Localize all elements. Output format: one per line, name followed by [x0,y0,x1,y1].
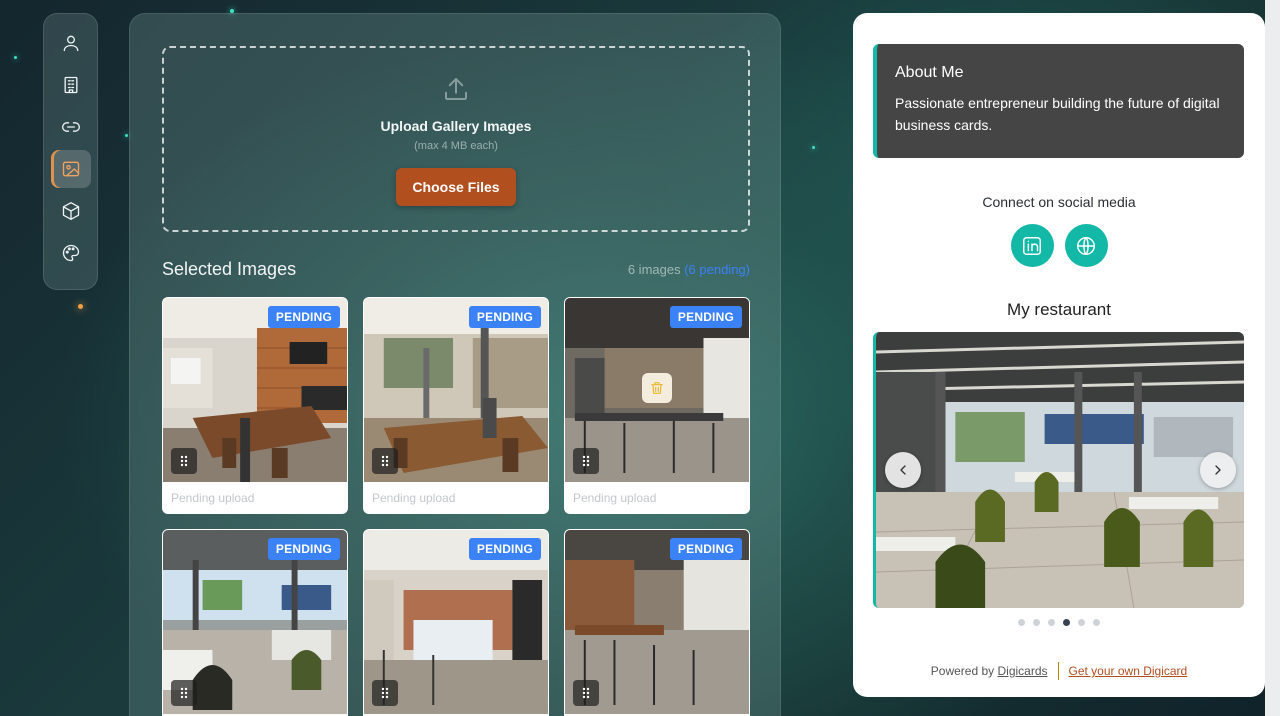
carousel-dot[interactable] [1048,619,1055,626]
sparkle [14,56,17,59]
sparkle [125,134,128,137]
card-preview-panel: About Me Passionate entrepreneur buildin… [853,13,1265,697]
choose-files-button[interactable]: Choose Files [396,168,516,206]
image-status-caption: Pending upload [573,491,657,505]
drag-handle-icon[interactable] [372,448,398,474]
sidebar-item-links[interactable] [51,108,91,146]
linkedin-button[interactable] [1010,224,1054,267]
carousel-prev-button[interactable] [885,452,921,488]
globe-icon [1077,236,1095,255]
gallery-editor-panel: Upload Gallery Images (max 4 MB each) Ch… [129,13,781,716]
image-status-caption: Pending upload [372,491,456,505]
pending-badge: PENDING [468,306,541,328]
sidebar-item-gallery[interactable] [50,150,91,188]
carousel-dot[interactable] [1063,619,1070,626]
drag-handle-icon[interactable] [573,448,599,474]
pending-badge: PENDING [468,538,541,560]
sidebar-item-products[interactable] [51,192,91,230]
selected-images-title: Selected Images [162,259,297,279]
drag-handle-icon[interactable] [573,680,599,706]
sidebar-item-theme[interactable] [51,234,91,272]
sidebar [43,13,98,290]
powered-by-label: Powered by [930,664,995,678]
pending-badge: PENDING [669,538,742,560]
image-card[interactable]: PENDING Pending upload [363,297,549,514]
pending-badge: PENDING [267,538,340,560]
about-me-section: About Me Passionate entrepreneur buildin… [873,44,1244,158]
footer-divider [1057,662,1059,680]
link-icon [61,122,80,132]
linkedin-icon [1023,236,1041,255]
image-icon [62,161,79,177]
upload-title: Upload Gallery Images [380,118,532,134]
chevron-left-icon [900,465,906,475]
drag-handle-icon[interactable] [171,448,197,474]
gallery-carousel [873,332,1244,608]
digicards-link[interactable]: Digicards [997,664,1047,678]
sparkle [78,304,83,309]
image-card[interactable]: PENDING [363,529,549,716]
gallery-title: My restaurant [1007,300,1111,319]
user-icon [63,35,78,52]
carousel-dot[interactable] [1033,619,1040,626]
box-icon [62,202,79,220]
connect-social-label: Connect on social media [982,194,1136,210]
image-count: 6 images (6 pending) [628,262,750,277]
pending-badge: PENDING [669,306,742,328]
get-digicard-link[interactable]: Get your own Digicard [1069,664,1188,678]
carousel-pagination [853,619,1265,626]
pending-badge: PENDING [267,306,340,328]
sparkle [812,146,815,149]
carousel-dot[interactable] [1078,619,1085,626]
upload-dropzone[interactable]: Upload Gallery Images (max 4 MB each) Ch… [162,46,750,232]
image-status-caption: Pending upload [171,491,255,505]
about-me-title: About Me [895,64,964,81]
trash-icon [651,382,663,394]
chevron-right-icon [1215,465,1221,475]
selected-images-header: Selected Images 6 images (6 pending) [162,259,750,283]
about-me-text: Passionate entrepreneur building the fut… [895,95,1220,133]
upload-size-hint: (max 4 MB each) [414,140,498,152]
carousel-dot[interactable] [1093,619,1100,626]
window-edge [1265,0,1280,716]
sidebar-item-company[interactable] [51,66,91,104]
carousel-photo [876,332,1244,608]
image-card[interactable]: PENDING [162,529,348,716]
delete-image-button[interactable] [642,373,672,403]
website-button[interactable] [1064,224,1108,267]
drag-handle-icon[interactable] [372,680,398,706]
carousel-next-button[interactable] [1200,452,1236,488]
building-icon [64,76,77,94]
social-links [853,224,1265,267]
drag-handle-icon[interactable] [171,680,197,706]
image-card[interactable]: PENDING Pending upload [162,297,348,514]
carousel-dot[interactable] [1018,619,1025,626]
image-card[interactable]: PENDING Pending upload [564,297,750,514]
sidebar-item-profile[interactable] [51,24,91,62]
image-count-pending: (6 pending) [684,262,750,277]
upload-icon [441,74,471,104]
image-count-total: 6 images [627,262,681,277]
preview-footer: Powered by Digicards Get your own Digica… [853,662,1265,680]
palette-icon [62,244,79,262]
image-card[interactable]: PENDING [564,529,750,716]
